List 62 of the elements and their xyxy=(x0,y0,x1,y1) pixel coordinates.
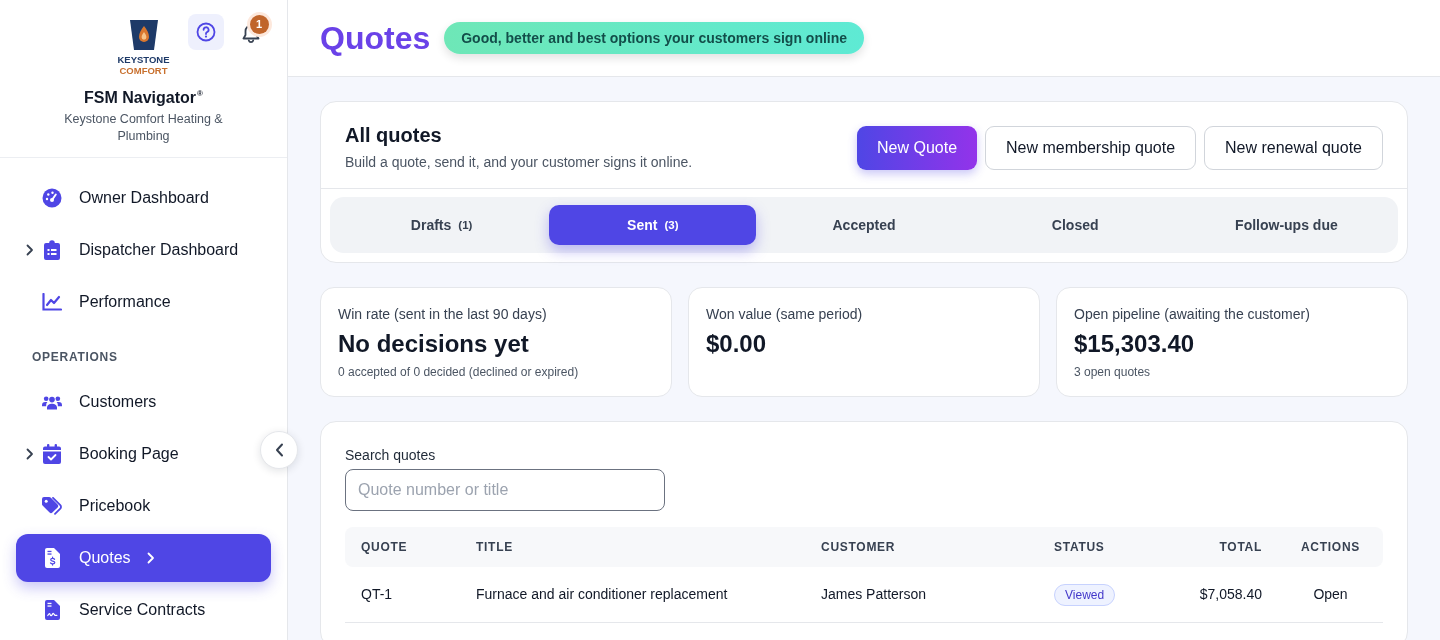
panel-subtitle: Build a quote, send it, and your customer signs it online. xyxy=(345,153,693,172)
tab[interactable]: Accepted xyxy=(760,205,968,245)
stat-note: 3 open quotes xyxy=(1074,364,1151,380)
stat-note: 0 accepted of 0 decided (declined or expired) xyxy=(338,364,579,380)
chevron-right-icon xyxy=(146,552,155,564)
nav-item[interactable]: Dispatcher Dashboard xyxy=(16,226,247,274)
nav-item[interactable]: Quotes xyxy=(16,534,271,582)
tab[interactable]: Drafts (1) xyxy=(338,205,546,245)
stat-label: Win rate (sent in the last 90 days) xyxy=(338,305,547,324)
column-header: QUOTE xyxy=(345,527,460,567)
tab[interactable]: Sent (3) xyxy=(549,205,757,245)
nav-item[interactable]: Booking Page xyxy=(16,430,187,478)
nav-item[interactable]: Performance xyxy=(16,278,179,326)
nav-item[interactable]: Service Contracts xyxy=(16,586,214,634)
collapse-sidebar-button[interactable] xyxy=(260,431,298,469)
logo-text: KEYSTONE xyxy=(117,54,170,65)
search-label: Search quotes xyxy=(345,446,436,465)
stat-label: Open pipeline (awaiting the customer) xyxy=(1074,305,1310,324)
column-header: ACTIONS xyxy=(1278,527,1383,567)
dollar-document-icon xyxy=(44,548,60,568)
search-field[interactable]: Quote number or title xyxy=(345,469,665,511)
stat-value: $0.00 xyxy=(706,329,767,359)
signed-document-icon xyxy=(44,600,60,620)
app-name: FSM Navigator$^{®}$ xyxy=(84,88,203,108)
stat-value: No decisions yet xyxy=(338,329,529,359)
table-cell: $7,058.40 xyxy=(1173,567,1278,623)
nav-item[interactable]: Customers xyxy=(16,378,165,426)
panel-title: All quotes xyxy=(345,123,442,147)
open-link[interactable]: Open xyxy=(1313,586,1348,602)
table-cell: Furnace and air conditioner replacement xyxy=(460,567,805,623)
logo-text: COMFORT xyxy=(119,65,168,76)
status-badge: Viewed xyxy=(1054,583,1116,606)
table-cell: QT-1 xyxy=(345,567,460,623)
notification-count-badge: 1 xyxy=(249,15,269,34)
notifications-button[interactable]: 1 xyxy=(241,15,269,43)
clipboard-icon xyxy=(44,240,60,260)
help-button[interactable] xyxy=(187,14,224,50)
tab[interactable]: Closed xyxy=(971,205,1179,245)
gauge-icon xyxy=(42,188,62,208)
line-chart-icon xyxy=(42,293,62,311)
new-quote-button[interactable]: New Quote xyxy=(857,125,978,170)
flame-logo-icon xyxy=(129,20,158,50)
calendar-check-icon xyxy=(43,444,61,464)
column-header: STATUS xyxy=(1038,527,1173,567)
column-header: TOTAL xyxy=(1173,527,1278,567)
quote-button[interactable]: New membership quote xyxy=(985,125,1197,170)
nav-item[interactable]: Owner Dashboard xyxy=(16,174,217,222)
tab[interactable]: Follow-ups due xyxy=(1182,205,1390,245)
tagline-pill: Good, better and best options your customers sign online xyxy=(444,22,865,54)
tags-icon xyxy=(42,497,62,515)
quote-button[interactable]: New renewal quote xyxy=(1204,125,1383,170)
nav-item[interactable]: Pricebook xyxy=(16,482,159,530)
section-heading: OPERATIONS xyxy=(32,349,118,365)
company-name: Keystone Comfort Heating & Plumbing xyxy=(63,111,224,145)
stat-label: Won value (same period) xyxy=(706,305,863,324)
page-title: Quotes xyxy=(320,19,431,58)
chevron-left-icon xyxy=(274,443,284,457)
stat-value: $15,303.40 xyxy=(1074,329,1195,359)
table-cell: James Patterson xyxy=(805,567,1038,623)
column-header: TITLE xyxy=(460,527,805,567)
help-icon xyxy=(195,22,216,42)
column-header: CUSTOMER xyxy=(805,527,1038,567)
